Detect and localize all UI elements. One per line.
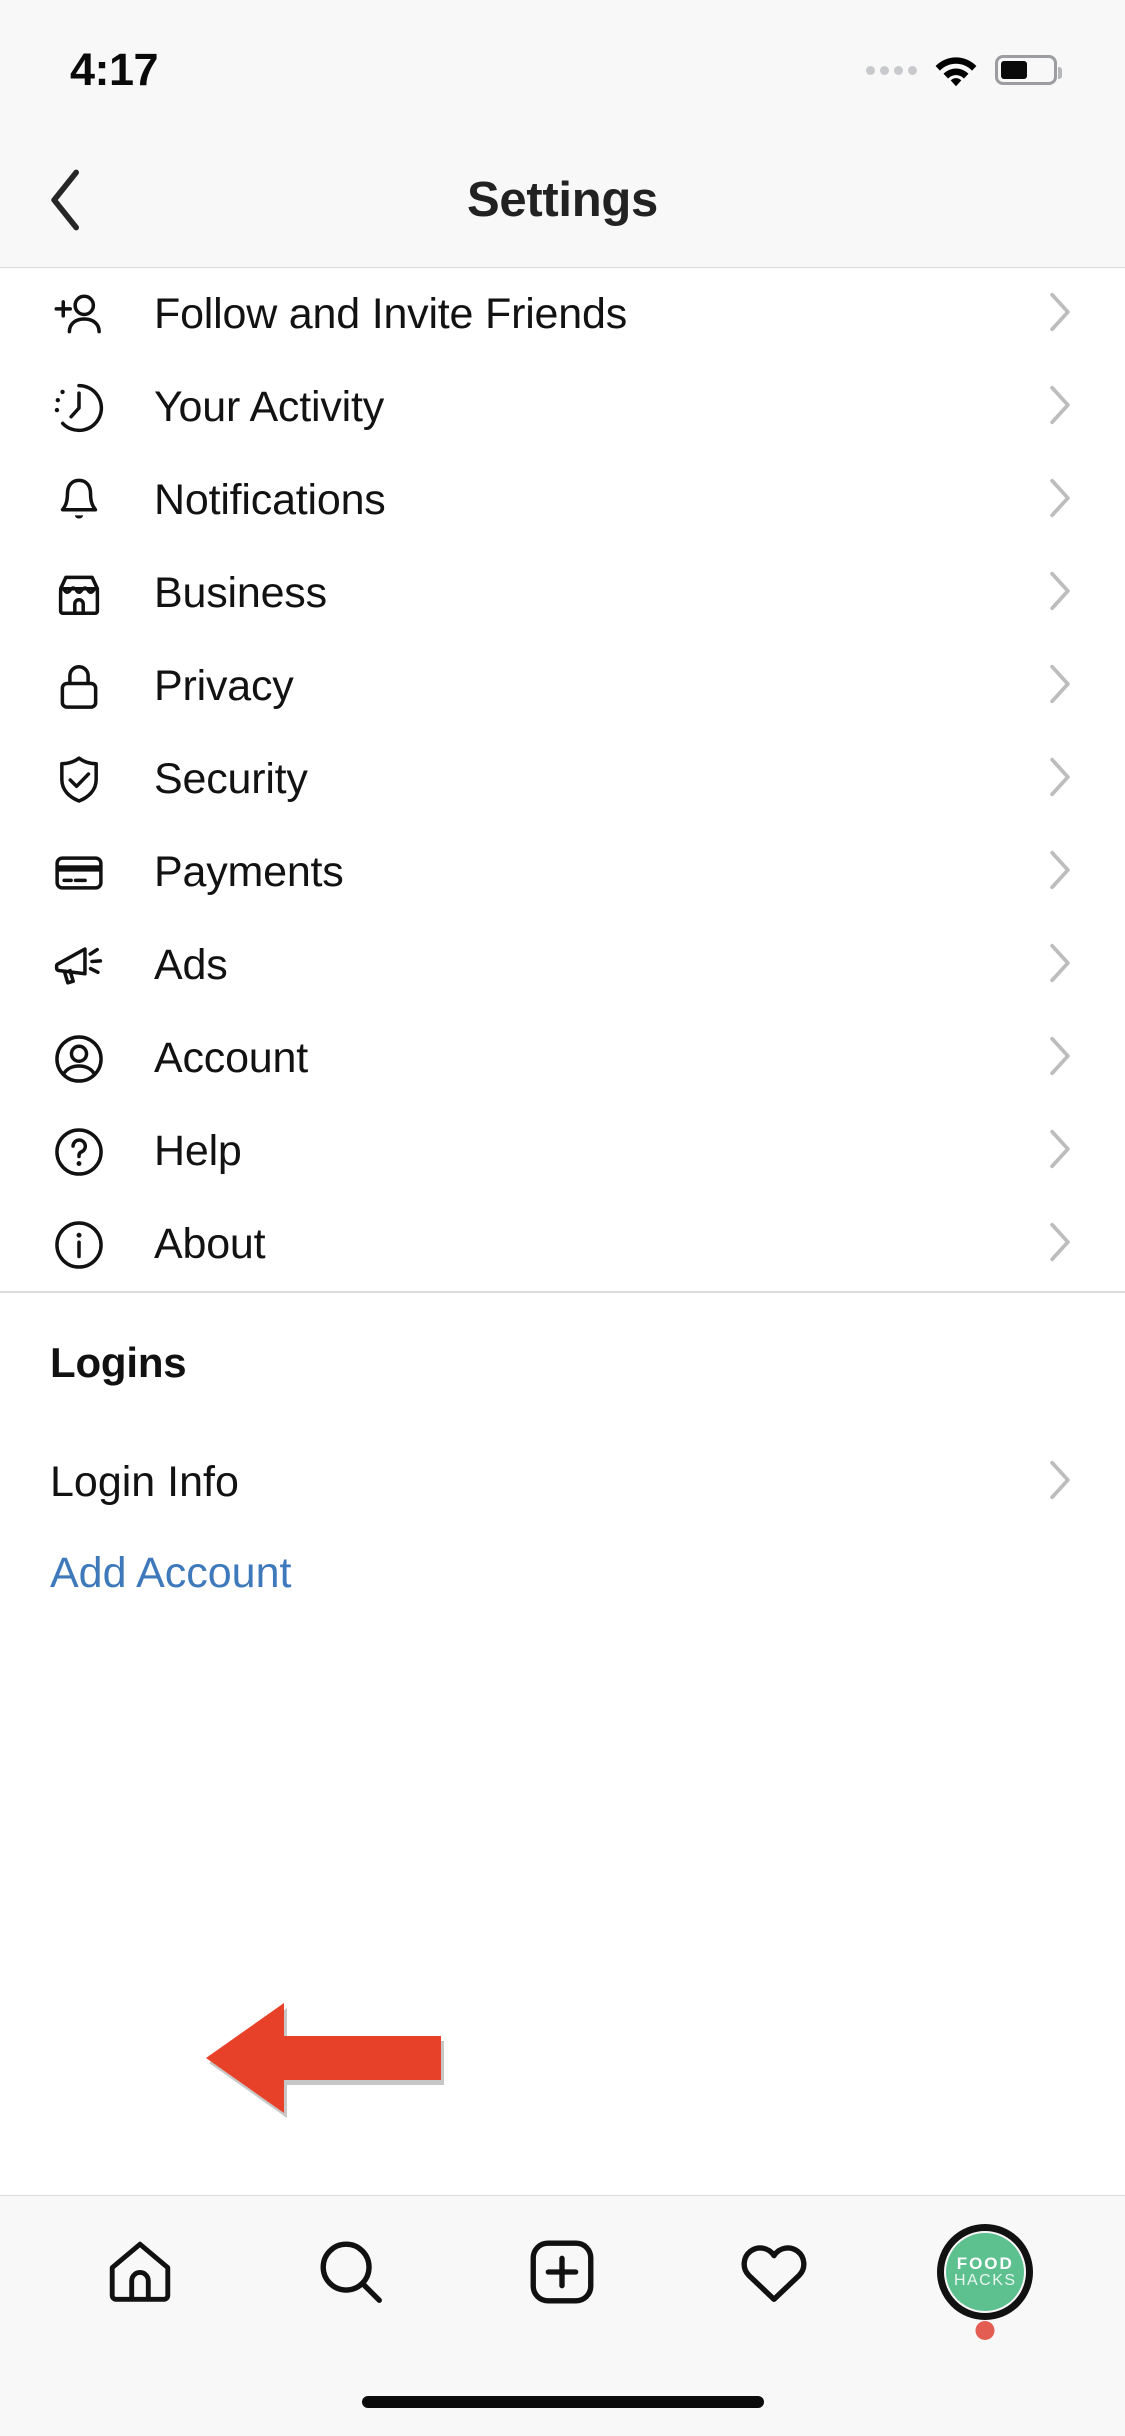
tab-bar: FOOD HACKS [0, 2195, 1125, 2436]
home-indicator [361, 2396, 764, 2408]
settings-row-ads[interactable]: Ads [0, 919, 1125, 1012]
wifi-icon [935, 57, 977, 87]
logins-section-title: Logins [50, 1338, 187, 1386]
info-circle-icon [50, 1216, 108, 1274]
search-icon [320, 2241, 383, 2303]
avatar: FOOD HACKS [937, 2224, 1034, 2340]
tab-search[interactable] [276, 2217, 426, 2327]
settings-row-about[interactable]: About [0, 1198, 1125, 1291]
settings-row-security[interactable]: Security [0, 733, 1125, 826]
question-circle-icon [50, 1123, 108, 1181]
tab-profile[interactable]: FOOD HACKS [910, 2217, 1060, 2340]
settings-row-label: Help [154, 1127, 242, 1175]
settings-row-login-info[interactable]: Login Info [0, 1423, 1125, 1543]
settings-row-label: About [154, 1220, 266, 1268]
settings-row-label: Your Activity [154, 383, 385, 431]
tab-activity[interactable] [699, 2217, 849, 2327]
settings-row-label: Account [154, 1034, 308, 1082]
status-indicators [866, 53, 1062, 87]
settings-row-label: Follow and Invite Friends [154, 290, 627, 338]
page-title: Settings [467, 172, 658, 227]
settings-row-payments[interactable]: Payments [0, 826, 1125, 919]
status-time: 4:17 [70, 44, 159, 95]
chevron-right-icon [1047, 941, 1073, 990]
settings-row-label: Business [154, 569, 327, 617]
settings-row-label: Notifications [154, 476, 386, 524]
megaphone-icon [50, 937, 108, 995]
chevron-right-icon [1047, 1220, 1073, 1269]
settings-row-follow-and-invite-friends[interactable]: Follow and Invite Friends [0, 268, 1125, 361]
chevron-right-icon [1047, 476, 1073, 525]
notification-badge [975, 2321, 995, 2340]
tab-home[interactable] [65, 2217, 215, 2327]
annotation-arrow-icon [206, 2003, 444, 2118]
login-info-label: Login Info [50, 1458, 239, 1506]
tab-create[interactable] [487, 2217, 637, 2327]
shield-check-icon [50, 751, 108, 809]
chevron-right-icon [1047, 662, 1073, 711]
chevron-right-icon [1047, 1034, 1073, 1083]
settings-row-label: Ads [154, 941, 228, 989]
battery-icon [995, 55, 1062, 85]
cellular-dots-icon [866, 65, 917, 75]
add-account-link[interactable]: Add Account [0, 1549, 1125, 1598]
avatar-text-line1: FOOD [956, 2253, 1014, 2273]
back-button[interactable] [22, 132, 112, 267]
settings-row-your-activity[interactable]: Your Activity [0, 361, 1125, 454]
home-icon [109, 2241, 170, 2302]
plus-square-icon [531, 2240, 594, 2304]
avatar-text-line2: HACKS [953, 2271, 1017, 2289]
heart-icon [741, 2245, 807, 2302]
person-circle-icon [50, 1030, 108, 1088]
chevron-right-icon [1047, 1127, 1073, 1176]
nav-bar: Settings [0, 132, 1125, 268]
chevron-left-icon [51, 169, 80, 230]
status-bar: 4:17 [0, 0, 1125, 132]
bell-icon [50, 472, 108, 530]
activity-clock-icon [50, 379, 108, 437]
logins-section: Logins Login Info Add Account [0, 1292, 1125, 1598]
credit-card-icon [50, 844, 108, 902]
settings-row-help[interactable]: Help [0, 1105, 1125, 1198]
person-add-icon [50, 286, 108, 344]
chevron-right-icon [1047, 755, 1073, 804]
chevron-right-icon [1047, 848, 1073, 897]
settings-row-account[interactable]: Account [0, 1012, 1125, 1105]
settings-row-label: Privacy [154, 662, 294, 710]
chevron-right-icon [1047, 569, 1073, 618]
settings-row-privacy[interactable]: Privacy [0, 640, 1125, 733]
settings-row-label: Payments [154, 848, 344, 896]
settings-row-notifications[interactable]: Notifications [0, 454, 1125, 547]
chevron-right-icon [1047, 1458, 1073, 1507]
phone-screen: 4:17 Settings Follow and Invite Friends … [0, 0, 1125, 2436]
settings-list: Follow and Invite Friends Your Activity [0, 268, 1125, 1598]
chevron-right-icon [1047, 290, 1073, 339]
settings-row-business[interactable]: Business [0, 547, 1125, 640]
storefront-icon [50, 565, 108, 623]
lock-icon [50, 658, 108, 716]
settings-row-label: Security [154, 755, 308, 803]
avatar-image: FOOD HACKS [946, 2233, 1025, 2311]
chevron-right-icon [1047, 383, 1073, 432]
